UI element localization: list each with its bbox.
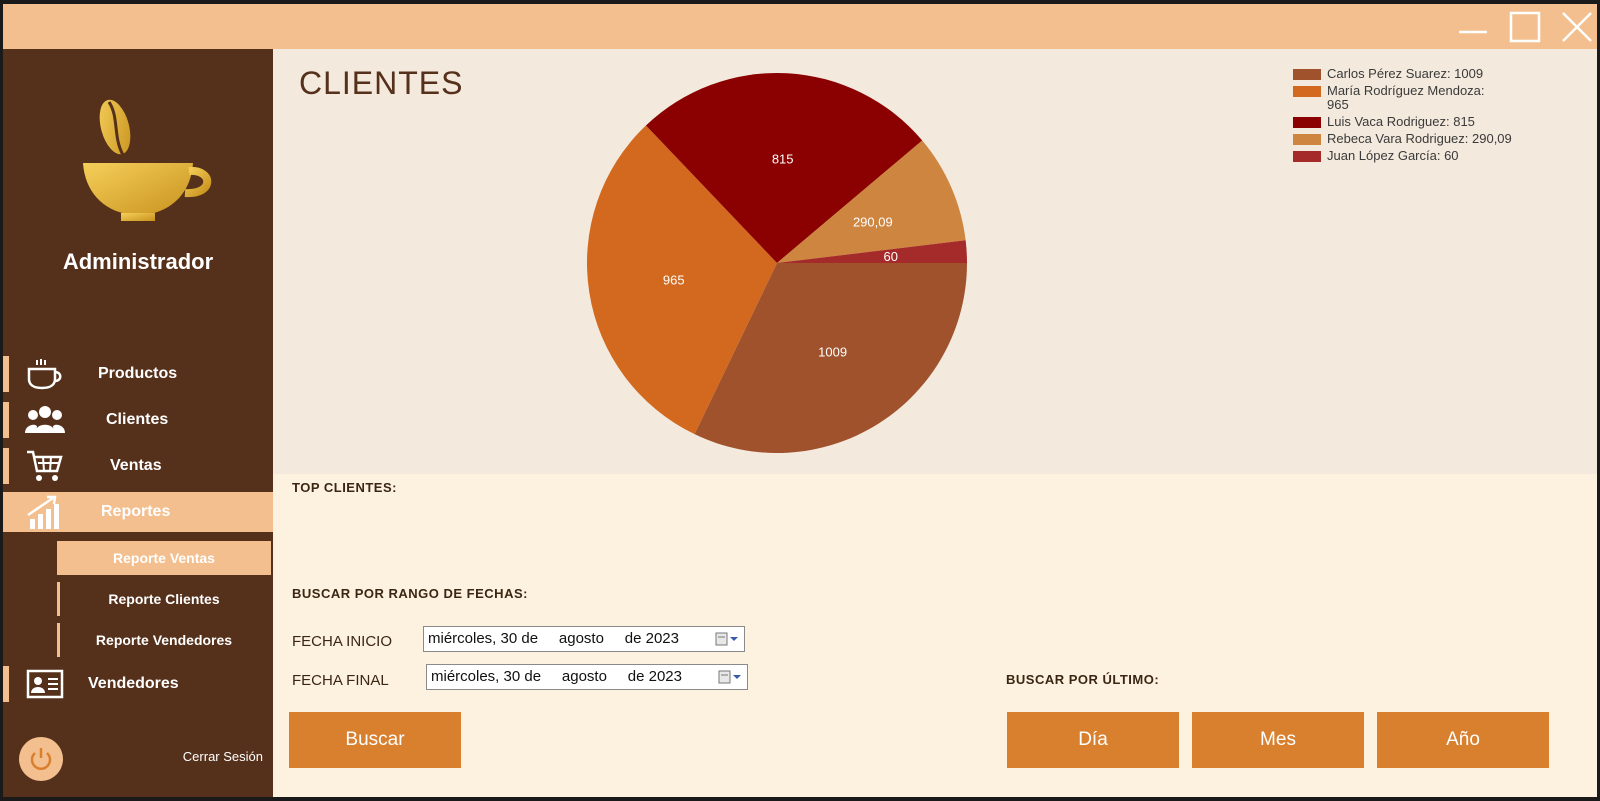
minimize-icon bbox=[1459, 30, 1487, 33]
end-date-value: miércoles, 30 de agosto de 2023 bbox=[431, 668, 682, 685]
nav-label: Reportes bbox=[101, 503, 171, 520]
search-last-label: BUSCAR POR ÚLTIMO: bbox=[1006, 672, 1160, 687]
nav-label: Vendedores bbox=[88, 675, 179, 692]
id-card-icon bbox=[23, 667, 67, 701]
legend-label: María Rodríguez Mendoza: 965 bbox=[1327, 83, 1485, 112]
start-date-label: FECHA INICIO bbox=[292, 633, 393, 650]
coffee-cup-icon bbox=[23, 357, 67, 391]
legend-item: Juan López García: 60 bbox=[1293, 149, 1543, 163]
nav-clientes[interactable]: Clientes bbox=[3, 400, 273, 440]
legend-item: María Rodríguez Mendoza: 965 bbox=[1293, 84, 1543, 112]
close-icon bbox=[1562, 11, 1592, 42]
logout-button[interactable] bbox=[19, 737, 63, 781]
bar-chart-icon bbox=[23, 495, 67, 529]
legend-label: Luis Vaca Rodriguez: 815 bbox=[1327, 114, 1475, 129]
chart-legend: Carlos Pérez Suarez: 1009 María Rodríguez… bbox=[1293, 67, 1543, 166]
start-date-value: miércoles, 30 de agosto de 2023 bbox=[428, 630, 679, 647]
end-date-label: FECHA FINAL bbox=[292, 672, 389, 689]
subnav-reporte-ventas[interactable]: Reporte Ventas bbox=[57, 541, 271, 575]
legend-item: Luis Vaca Rodriguez: 815 bbox=[1293, 115, 1543, 129]
subnav-label: Reporte Vendedores bbox=[95, 632, 233, 648]
nav-indicator bbox=[3, 666, 9, 702]
users-icon bbox=[23, 403, 67, 437]
logout-label[interactable]: Cerrar Sesión bbox=[153, 749, 263, 764]
maximize-button[interactable] bbox=[1501, 4, 1549, 49]
nav-indicator bbox=[3, 356, 9, 392]
legend-label: Juan López García: 60 bbox=[1327, 148, 1459, 163]
nav-vendedores[interactable]: Vendedores bbox=[3, 664, 273, 704]
start-date-picker[interactable]: miércoles, 30 de agosto de 2023 bbox=[423, 626, 745, 652]
day-button[interactable]: Día bbox=[1007, 712, 1179, 768]
pie-slice-label: 60 bbox=[884, 249, 898, 264]
nav-label: Productos bbox=[98, 365, 178, 382]
nav-indicator bbox=[3, 448, 9, 484]
subnav-label: Reporte Ventas bbox=[113, 550, 215, 566]
date-range-label: BUSCAR POR RANGO DE FECHAS: bbox=[292, 586, 528, 601]
search-button[interactable]: Buscar bbox=[289, 712, 461, 768]
nav-label: Clientes bbox=[106, 411, 169, 428]
legend-swatch bbox=[1293, 86, 1321, 97]
pie-slice-label: 965 bbox=[663, 272, 685, 287]
end-date-picker[interactable]: miércoles, 30 de agosto de 2023 bbox=[426, 664, 748, 690]
pie-slice-label: 815 bbox=[772, 152, 794, 167]
minimize-button[interactable] bbox=[1449, 4, 1497, 49]
legend-item: Carlos Pérez Suarez: 1009 bbox=[1293, 67, 1543, 81]
chart-title: CLIENTES bbox=[299, 65, 464, 101]
power-icon bbox=[30, 748, 52, 770]
subnav-reporte-clientes[interactable]: Reporte Clientes bbox=[57, 582, 271, 616]
subnav-reporte-vendedores[interactable]: Reporte Vendedores bbox=[57, 623, 271, 657]
legend-swatch bbox=[1293, 69, 1321, 80]
cart-icon bbox=[23, 449, 67, 483]
calendar-dropdown-icon[interactable] bbox=[714, 631, 740, 647]
legend-swatch bbox=[1293, 134, 1321, 145]
legend-label: Rebeca Vara Rodriguez: 290,09 bbox=[1327, 131, 1512, 146]
sidebar: Administrador Productos Clientes Ventas bbox=[3, 49, 273, 797]
legend-label: Carlos Pérez Suarez: 1009 bbox=[1327, 66, 1484, 81]
chart-panel: 1009 965 815 290,09 60 CLIENTES Carlos Pérez… bbox=[273, 49, 1597, 474]
month-button[interactable]: Mes bbox=[1192, 712, 1364, 768]
nav-indicator bbox=[3, 402, 9, 438]
year-button[interactable]: Año bbox=[1377, 712, 1549, 768]
pie-slice-label: 290,09 bbox=[853, 214, 893, 229]
coffee-logo-icon bbox=[83, 99, 212, 221]
subnav-label: Reporte Clientes bbox=[108, 591, 220, 607]
legend-swatch bbox=[1293, 151, 1321, 162]
pie-slice-label: 1009 bbox=[818, 344, 847, 359]
calendar-dropdown-icon[interactable] bbox=[717, 669, 743, 685]
top-clients-label: TOP CLIENTES: bbox=[292, 480, 397, 495]
app-window: Administrador Productos Clientes Ventas bbox=[3, 4, 1597, 797]
nav-ventas[interactable]: Ventas bbox=[3, 446, 273, 486]
close-button[interactable] bbox=[1553, 4, 1597, 49]
nav-label: Ventas bbox=[110, 457, 162, 474]
user-role: Administrador bbox=[62, 249, 214, 274]
title-bar bbox=[3, 4, 1597, 49]
maximize-icon bbox=[1509, 11, 1541, 42]
nav-productos[interactable]: Productos bbox=[3, 354, 273, 394]
legend-swatch bbox=[1293, 117, 1321, 128]
legend-item: Rebeca Vara Rodriguez: 290,09 bbox=[1293, 132, 1543, 146]
nav-reportes[interactable]: Reportes bbox=[3, 492, 273, 532]
